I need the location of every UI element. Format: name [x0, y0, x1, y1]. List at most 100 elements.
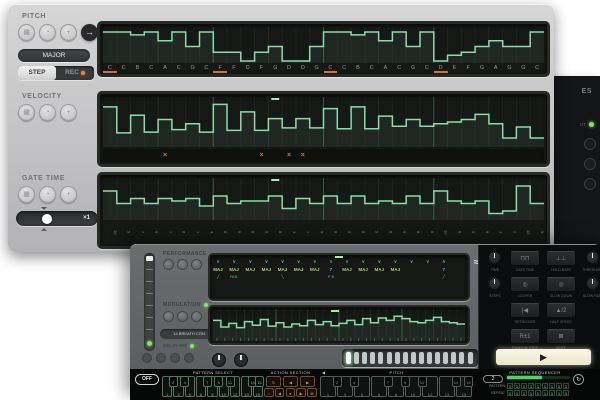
patseq-cell[interactable]: 1 [556, 383, 562, 389]
mute-slot[interactable] [461, 149, 475, 162]
knob-time[interactable] [488, 251, 501, 264]
touch-slider-handle[interactable] [435, 352, 441, 364]
mute-slot[interactable] [503, 149, 517, 162]
pattern-number[interactable]: 2 [483, 375, 503, 383]
mute-slot[interactable] [337, 149, 351, 162]
mute-slot[interactable] [144, 149, 158, 162]
mute-slot[interactable] [392, 149, 406, 162]
action-key[interactable]: ▶ [296, 388, 306, 397]
knob-slow-rate[interactable] [586, 277, 599, 290]
rec-mode-button[interactable]: REC [56, 66, 94, 80]
gate-multiplier-slider[interactable]: ×1 [16, 211, 98, 226]
key-9[interactable]: 9 [214, 376, 224, 387]
action-key[interactable]: ◀ [283, 376, 298, 387]
performance-button[interactable] [163, 259, 174, 270]
mute-slot[interactable] [434, 149, 448, 162]
mute-slot[interactable] [324, 149, 338, 162]
mute-slot[interactable] [103, 149, 117, 162]
patseq-cell[interactable]: 1 [528, 390, 534, 396]
key-16[interactable]: 16 [464, 376, 473, 387]
knob-threshold[interactable] [586, 251, 599, 264]
chord-step[interactable]: ∨ MAJ [307, 259, 323, 280]
patseq-cell[interactable]: 1 [535, 383, 541, 389]
mute-slot[interactable] [351, 149, 365, 162]
mute-slot[interactable] [268, 149, 282, 162]
key-2[interactable]: 2 [332, 376, 342, 387]
modulation-button[interactable] [191, 311, 202, 322]
min-knob[interactable] [212, 353, 226, 367]
mute-slot[interactable] [186, 149, 200, 162]
knob-steps[interactable] [488, 277, 501, 290]
modulation-button[interactable] [177, 311, 188, 322]
mute-button[interactable]: ⊠ [546, 329, 576, 344]
time-icon[interactable]: ◔ [39, 24, 56, 41]
max-knob[interactable] [234, 353, 248, 367]
action-key[interactable]: ∩ [264, 388, 274, 397]
mute-slot[interactable] [475, 149, 489, 162]
patseq-cell[interactable]: 1 [563, 383, 569, 389]
patseq-cell[interactable]: 1 [549, 390, 555, 396]
aux-button[interactable] [156, 353, 166, 363]
action-key[interactable]: ↻ [266, 376, 281, 387]
key-11[interactable]: 11 [417, 376, 427, 387]
key-2[interactable]: 2 [168, 376, 178, 387]
patseq-cell[interactable]: 1 [514, 383, 520, 389]
modulation-step-chart[interactable] [213, 309, 465, 341]
touch-slider-strip[interactable] [342, 349, 478, 367]
patseq-cell[interactable]: 1 [521, 390, 527, 396]
off-button[interactable]: OFF [135, 374, 159, 385]
key-11[interactable]: 11 [225, 376, 235, 387]
patseq-cell[interactable]: 1 [556, 390, 562, 396]
key-7[interactable]: 7 [383, 376, 393, 387]
chord-step[interactable]: ∨ MAJ [242, 259, 258, 280]
grid-icon[interactable]: ▦ [18, 186, 35, 203]
scale-button[interactable]: MAJOR [18, 49, 90, 62]
key-16[interactable]: 16 [255, 376, 264, 387]
key-4[interactable]: 4 [349, 376, 359, 387]
key-4[interactable]: 4 [180, 376, 190, 387]
aux-button[interactable] [142, 353, 152, 363]
mute-x-mark[interactable]: × [296, 149, 310, 162]
touch-slider-handle[interactable] [394, 352, 400, 364]
touch-slider-handle[interactable] [354, 352, 360, 364]
dpad-icon[interactable]: + [60, 186, 77, 203]
mute-slot[interactable] [310, 149, 324, 162]
chord-step[interactable]: ∨ MAJ [339, 259, 355, 280]
action-key[interactable]: ● [285, 388, 296, 397]
level-fader[interactable] [144, 253, 155, 351]
patseq-cell[interactable]: 1 [563, 390, 569, 396]
patseq-cell[interactable]: 1 [514, 390, 520, 396]
key-14[interactable]: 14 [451, 376, 461, 387]
mute-slot[interactable] [117, 149, 131, 162]
mute-slot[interactable] [199, 149, 213, 162]
chord-step[interactable]: ∧ 7 ╱ [436, 259, 452, 280]
mute-slot[interactable] [213, 149, 227, 162]
mute-slot[interactable] [448, 149, 462, 162]
mute-slot[interactable] [489, 149, 503, 162]
mute-slot[interactable] [227, 149, 241, 162]
chord-step-display[interactable]: ∨ MAJ ╱ ∨ MAJ ROL ∨ MAJ ∨ MAJ ∨ MAJ ╲ ∨ MAJ ∨ MAJ ∨ 7 P B ∨ M… [208, 253, 470, 301]
chord-step[interactable]: ∨ 7 P B [323, 259, 339, 280]
chord-step[interactable]: ∨ MAJ [387, 259, 403, 280]
hold-rate-button[interactable]: ⊥⊥ [546, 251, 576, 266]
looper-button[interactable]: ◎ [510, 277, 540, 292]
chord-step[interactable]: ∨ MAJ [291, 259, 307, 280]
patseq-power-button[interactable]: ↻ [573, 374, 584, 385]
mute-row[interactable]: × × × × [103, 149, 544, 162]
mute-x-mark[interactable]: × [255, 149, 269, 162]
touch-slider-handle[interactable] [402, 352, 408, 364]
chord-step[interactable]: ∨ [420, 259, 436, 280]
action-key[interactable]: ◀ [274, 388, 285, 397]
performance-button[interactable] [191, 259, 202, 270]
pitch-step-chart[interactable] [103, 27, 544, 63]
gate-step-display[interactable]: 10 5 7 5 7 6 7 4 8 5 6 6 8 3 7 5 8 5 8 5 6 5 8 5 10 6 5 6 1 2 12 5 [97, 172, 550, 249]
modulation-button[interactable] [163, 311, 174, 322]
synth-knob[interactable] [584, 158, 596, 170]
patseq-cell[interactable]: 1 [507, 390, 513, 396]
touch-slider-handle[interactable] [410, 352, 416, 364]
time-icon[interactable]: ◔ [39, 104, 56, 121]
touch-slider-handle[interactable] [443, 352, 449, 364]
performance-button[interactable] [177, 259, 188, 270]
aux-button[interactable] [170, 353, 180, 363]
touch-slider-handle[interactable] [370, 352, 376, 364]
